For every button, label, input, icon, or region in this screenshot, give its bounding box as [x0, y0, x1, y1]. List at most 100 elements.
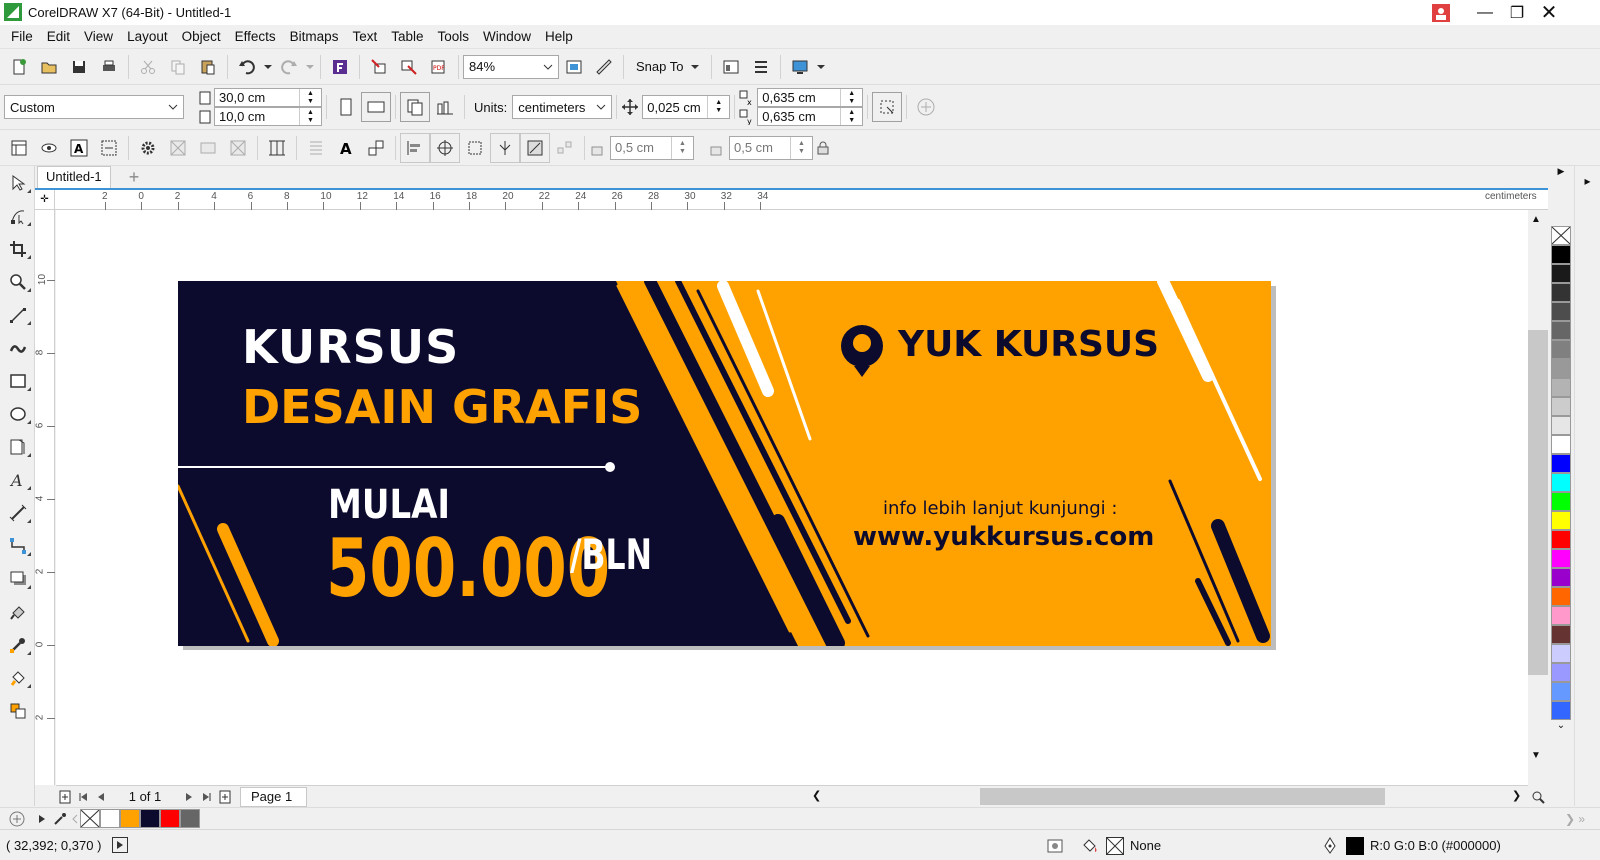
- palette-swatch[interactable]: [1551, 511, 1571, 530]
- palette-swatch[interactable]: [1551, 663, 1571, 682]
- crop-tool[interactable]: [0, 232, 35, 265]
- redo-button[interactable]: [274, 52, 304, 82]
- spin-arrows[interactable]: ▲ ▼: [840, 89, 862, 106]
- menu-object[interactable]: Object: [175, 25, 228, 49]
- vertical-scrollbar[interactable]: ▲ ▼: [1528, 210, 1548, 785]
- settings-button[interactable]: [133, 133, 163, 163]
- menu-view[interactable]: View: [77, 25, 120, 49]
- palette-swatch[interactable]: [1551, 492, 1571, 511]
- menu-help[interactable]: Help: [538, 25, 580, 49]
- document-palette-scroll-left-icon[interactable]: [70, 808, 80, 830]
- frame-tool-2[interactable]: [193, 133, 223, 163]
- options-button[interactable]: [746, 52, 776, 82]
- interactive-fill-tool[interactable]: [0, 661, 35, 694]
- drawing-canvas[interactable]: KURSUS DESAIN GRAFIS MULAI 500.000 /BLN …: [56, 210, 1528, 785]
- new-tab-plus-icon[interactable]: +: [123, 166, 145, 188]
- spin-arrows[interactable]: ▲ ▼: [840, 108, 862, 125]
- grid-snap-button[interactable]: [550, 133, 580, 163]
- text-properties-button[interactable]: A: [331, 133, 361, 163]
- scroll-down-icon[interactable]: ▼: [1531, 750, 1541, 761]
- align-grid-button[interactable]: [460, 133, 490, 163]
- palette-swatch[interactable]: [1551, 454, 1571, 473]
- palette-swatch[interactable]: [1551, 245, 1571, 264]
- connector-tool[interactable]: [0, 529, 35, 562]
- palette-swatch[interactable]: [1551, 283, 1571, 302]
- new-document-button[interactable]: [4, 52, 34, 82]
- search-content-button[interactable]: [325, 52, 355, 82]
- palette-swatch[interactable]: [1551, 340, 1571, 359]
- menu-edit[interactable]: Edit: [40, 25, 77, 49]
- user-account-icon[interactable]: [1432, 4, 1450, 22]
- palette-swatch[interactable]: [1551, 625, 1571, 644]
- menu-file[interactable]: File: [4, 25, 40, 49]
- menu-window[interactable]: Window: [476, 25, 538, 49]
- print-button[interactable]: [94, 52, 124, 82]
- view-options-button[interactable]: [34, 133, 64, 163]
- align-left-button[interactable]: [400, 132, 430, 163]
- document-palette-swatch[interactable]: [120, 809, 140, 828]
- zoom-navigator-button[interactable]: [1528, 787, 1548, 807]
- palette-swatch[interactable]: [1551, 378, 1571, 397]
- drop-shadow-tool[interactable]: [0, 562, 35, 595]
- palette-swatch[interactable]: [1551, 473, 1571, 492]
- scroll-up-icon[interactable]: ▲: [1531, 214, 1541, 225]
- no-color-swatch[interactable]: [1551, 226, 1571, 245]
- horizontal-spacing-input[interactable]: 0,5 cm ▲ ▼: [610, 135, 694, 160]
- paragraph-button[interactable]: [301, 133, 331, 163]
- document-tab-untitled-1[interactable]: Untitled-1: [37, 166, 111, 188]
- minimize-button[interactable]: —: [1468, 0, 1502, 25]
- ellipse-tool[interactable]: [0, 397, 35, 430]
- publish-pdf-button[interactable]: PDF: [424, 52, 454, 82]
- columns-button[interactable]: [262, 133, 292, 163]
- current-page-button[interactable]: [430, 92, 460, 122]
- paste-button[interactable]: [193, 52, 223, 82]
- palette-swatch[interactable]: [1551, 682, 1571, 701]
- transform-button[interactable]: [361, 133, 391, 163]
- spin-arrows[interactable]: ▲ ▼: [299, 108, 321, 125]
- add-color-plus-icon[interactable]: [0, 808, 34, 830]
- welcome-screen-button[interactable]: [716, 52, 746, 82]
- copy-button[interactable]: [163, 52, 193, 82]
- palette-swatch[interactable]: [1551, 644, 1571, 663]
- outline-pen-icon[interactable]: [1322, 837, 1338, 858]
- page-tab-page-1[interactable]: Page 1: [240, 786, 308, 807]
- scroll-right-icon[interactable]: ❯: [1512, 789, 1521, 802]
- document-palette-flyout-icon[interactable]: [34, 808, 50, 830]
- shape-tool[interactable]: [0, 199, 35, 232]
- nudge-distance-input[interactable]: 0,025 cm ▲ ▼: [642, 95, 731, 119]
- document-palette-eyedropper-icon[interactable]: [50, 808, 70, 830]
- treat-as-filled-button[interactable]: [872, 92, 903, 122]
- save-button[interactable]: [64, 52, 94, 82]
- all-pages-button[interactable]: [400, 92, 430, 122]
- menu-tools[interactable]: Tools: [431, 25, 477, 49]
- frame-tool-3[interactable]: [223, 133, 253, 163]
- palette-swatch[interactable]: [1551, 568, 1571, 587]
- docker-expand-icon[interactable]: ▸: [1575, 174, 1600, 188]
- palette-swatch[interactable]: [1551, 587, 1571, 606]
- show-rulers-button[interactable]: [589, 52, 619, 82]
- scroll-left-icon[interactable]: ❮: [812, 789, 821, 802]
- ruler-origin-icon[interactable]: ✛: [35, 190, 55, 210]
- page-height-input[interactable]: 10,0 cm ▲ ▼: [214, 107, 322, 126]
- palette-swatch[interactable]: [1551, 264, 1571, 283]
- page-layout-button[interactable]: [4, 133, 34, 163]
- palette-swatch[interactable]: [1551, 416, 1571, 435]
- artistic-media-tool[interactable]: [0, 331, 35, 364]
- palette-scroll-down-icon[interactable]: ⌄: [1548, 720, 1574, 734]
- restore-button[interactable]: ❐: [1500, 0, 1534, 25]
- vertical-ruler[interactable]: 10 8 6 4 2 0 2: [34, 210, 55, 785]
- lock-ratio-button[interactable]: [813, 133, 833, 163]
- fill-bucket-icon[interactable]: [1080, 837, 1100, 858]
- palette-swatch[interactable]: [1551, 530, 1571, 549]
- document-palette-swatch[interactable]: [100, 809, 120, 828]
- units-combo[interactable]: centimeters: [512, 95, 613, 119]
- portrait-button[interactable]: [331, 92, 361, 122]
- palette-swatch[interactable]: [1551, 359, 1571, 378]
- align-center-button[interactable]: [430, 132, 460, 163]
- import-button[interactable]: [364, 52, 394, 82]
- application-launcher-button[interactable]: [785, 52, 815, 82]
- export-button[interactable]: [394, 52, 424, 82]
- horizontal-scrollbar[interactable]: ❮ ❯: [808, 788, 1528, 806]
- spin-arrows[interactable]: ▲ ▼: [299, 89, 321, 106]
- lock-image-button[interactable]: [520, 132, 550, 163]
